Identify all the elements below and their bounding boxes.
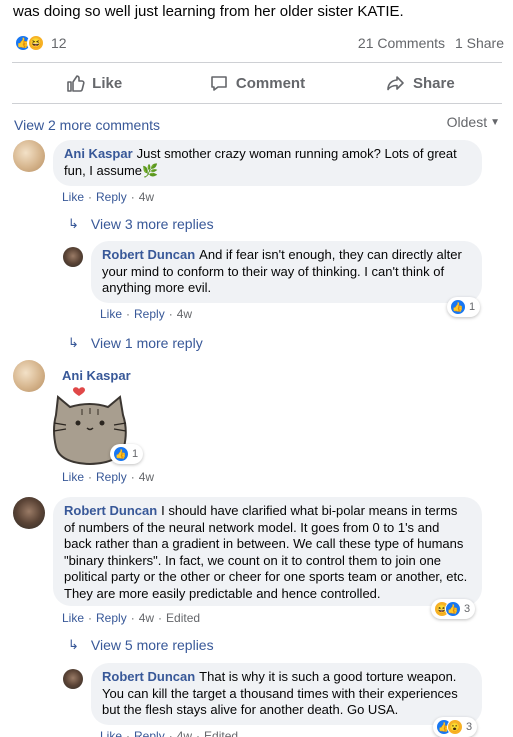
post-text-line: was doing so well just learning from her… xyxy=(13,3,404,20)
comment-reply-link[interactable]: Reply xyxy=(96,611,127,625)
comment-bubble: Robert Duncan I should have clarified wha… xyxy=(53,497,482,606)
view-replies-link[interactable]: ↳ View 1 more reply xyxy=(68,335,203,351)
share-button[interactable]: Share xyxy=(339,64,502,102)
shares-count-link[interactable]: 1 Share xyxy=(455,35,504,51)
reaction-badge[interactable]: 😆 👍 3 xyxy=(431,599,476,619)
avatar[interactable] xyxy=(13,140,45,172)
comment-time[interactable]: 4w xyxy=(177,729,192,737)
comment-meta: Like · Reply · 4w xyxy=(62,470,155,484)
comment-label: Comment xyxy=(235,74,306,92)
comment-meta: Like · Reply · 4w · Edited xyxy=(62,611,201,625)
comment-time[interactable]: 4w xyxy=(139,611,154,625)
edited-label: Edited xyxy=(166,611,201,625)
comment-like-link[interactable]: Like xyxy=(100,729,122,737)
like-reaction-icon: 👍 xyxy=(445,601,461,617)
like-reaction-icon: 👍 xyxy=(113,446,129,462)
share-icon xyxy=(387,76,404,91)
sort-label: Oldest xyxy=(446,114,488,130)
avatar[interactable] xyxy=(63,669,83,689)
sort-dropdown[interactable]: Oldest ▼ xyxy=(447,114,500,130)
reply-arrow-icon: ↳ xyxy=(68,216,79,231)
reaction-count: 3 xyxy=(464,603,471,615)
comment-time[interactable]: 4w xyxy=(139,470,154,484)
comment-like-link[interactable]: Like xyxy=(62,190,84,204)
post-action-bar: Like Comment Share xyxy=(12,64,502,102)
comment-meta: Like · Reply · 4w xyxy=(62,190,155,204)
comment-reply-link[interactable]: Reply xyxy=(96,190,127,204)
comment-reply-link[interactable]: Reply xyxy=(134,307,165,321)
like-label: Like xyxy=(92,74,123,92)
comment-like-link[interactable]: Like xyxy=(100,307,122,321)
comments-count-link[interactable]: 21 Comments xyxy=(358,35,445,51)
view-replies-link[interactable]: ↳ View 3 more replies xyxy=(68,216,214,232)
edited-label: Edited xyxy=(204,729,239,737)
comment-reply-link[interactable]: Reply xyxy=(96,470,127,484)
comment-author[interactable]: Robert Duncan xyxy=(102,247,195,262)
comment-bubble: Robert Duncan That is why it is such a go… xyxy=(91,663,482,725)
comment-author[interactable]: Ani Kaspar xyxy=(64,146,133,161)
avatar[interactable] xyxy=(13,497,45,529)
reaction-badge[interactable]: 👍 1 xyxy=(110,444,144,464)
view-more-comments-link[interactable]: View 2 more comments xyxy=(14,117,160,133)
avatar[interactable] xyxy=(63,247,83,267)
divider xyxy=(12,62,502,63)
like-reaction-icon: 👍 xyxy=(450,299,466,315)
comment-button[interactable]: Comment xyxy=(175,64,338,102)
post-stats: 21 Comments 1 Share xyxy=(352,35,504,51)
reply-arrow-icon: ↳ xyxy=(68,637,79,652)
view-replies-label: View 1 more reply xyxy=(90,335,203,351)
comment-time[interactable]: 4w xyxy=(177,307,192,321)
comment-author[interactable]: Robert Duncan xyxy=(102,669,195,684)
reaction-badge[interactable]: 👍 😮 3 xyxy=(433,717,478,737)
comment-icon xyxy=(211,76,227,91)
view-replies-label: View 5 more replies xyxy=(90,637,214,653)
comment-author[interactable]: Ani Kaspar xyxy=(62,368,131,383)
wow-reaction-icon: 😮 xyxy=(447,719,463,735)
comment-meta: Like · Reply · 4w xyxy=(100,307,193,321)
view-replies-link[interactable]: ↳ View 5 more replies xyxy=(68,637,214,653)
comment-reply-link[interactable]: Reply xyxy=(134,729,165,737)
like-button[interactable]: Like xyxy=(12,64,175,102)
reaction-badge[interactable]: 👍 1 xyxy=(447,297,481,317)
comment-bubble: Robert Duncan And if fear isn't enough, t… xyxy=(91,241,482,303)
reaction-count: 1 xyxy=(132,448,139,460)
comment-time[interactable]: 4w xyxy=(139,190,154,204)
caret-down-icon: ▼ xyxy=(490,117,500,128)
reaction-count: 12 xyxy=(51,35,67,51)
view-replies-label: View 3 more replies xyxy=(90,216,214,232)
reaction-count: 1 xyxy=(469,301,476,313)
comment-like-link[interactable]: Like xyxy=(62,470,84,484)
post-text: was doing so well just learning from her… xyxy=(13,2,508,24)
comment-like-link[interactable]: Like xyxy=(62,611,84,625)
divider xyxy=(12,103,502,104)
reaction-count: 3 xyxy=(466,721,473,733)
post-reactions[interactable]: 👍 😆 12 xyxy=(14,34,67,52)
leaf-emoji-icon: 🌿 xyxy=(142,162,159,178)
comment-bubble: Ani Kaspar Just smother crazy woman runni… xyxy=(53,140,482,186)
comment-meta: Like · Reply · 4w · Edited xyxy=(100,729,238,737)
reply-arrow-icon: ↳ xyxy=(68,335,79,350)
thumbs-up-icon xyxy=(67,75,85,92)
avatar[interactable] xyxy=(13,360,45,392)
comment-author[interactable]: Robert Duncan xyxy=(64,503,157,518)
haha-reaction-icon: 😆 xyxy=(27,34,45,52)
share-label: Share xyxy=(412,74,455,92)
